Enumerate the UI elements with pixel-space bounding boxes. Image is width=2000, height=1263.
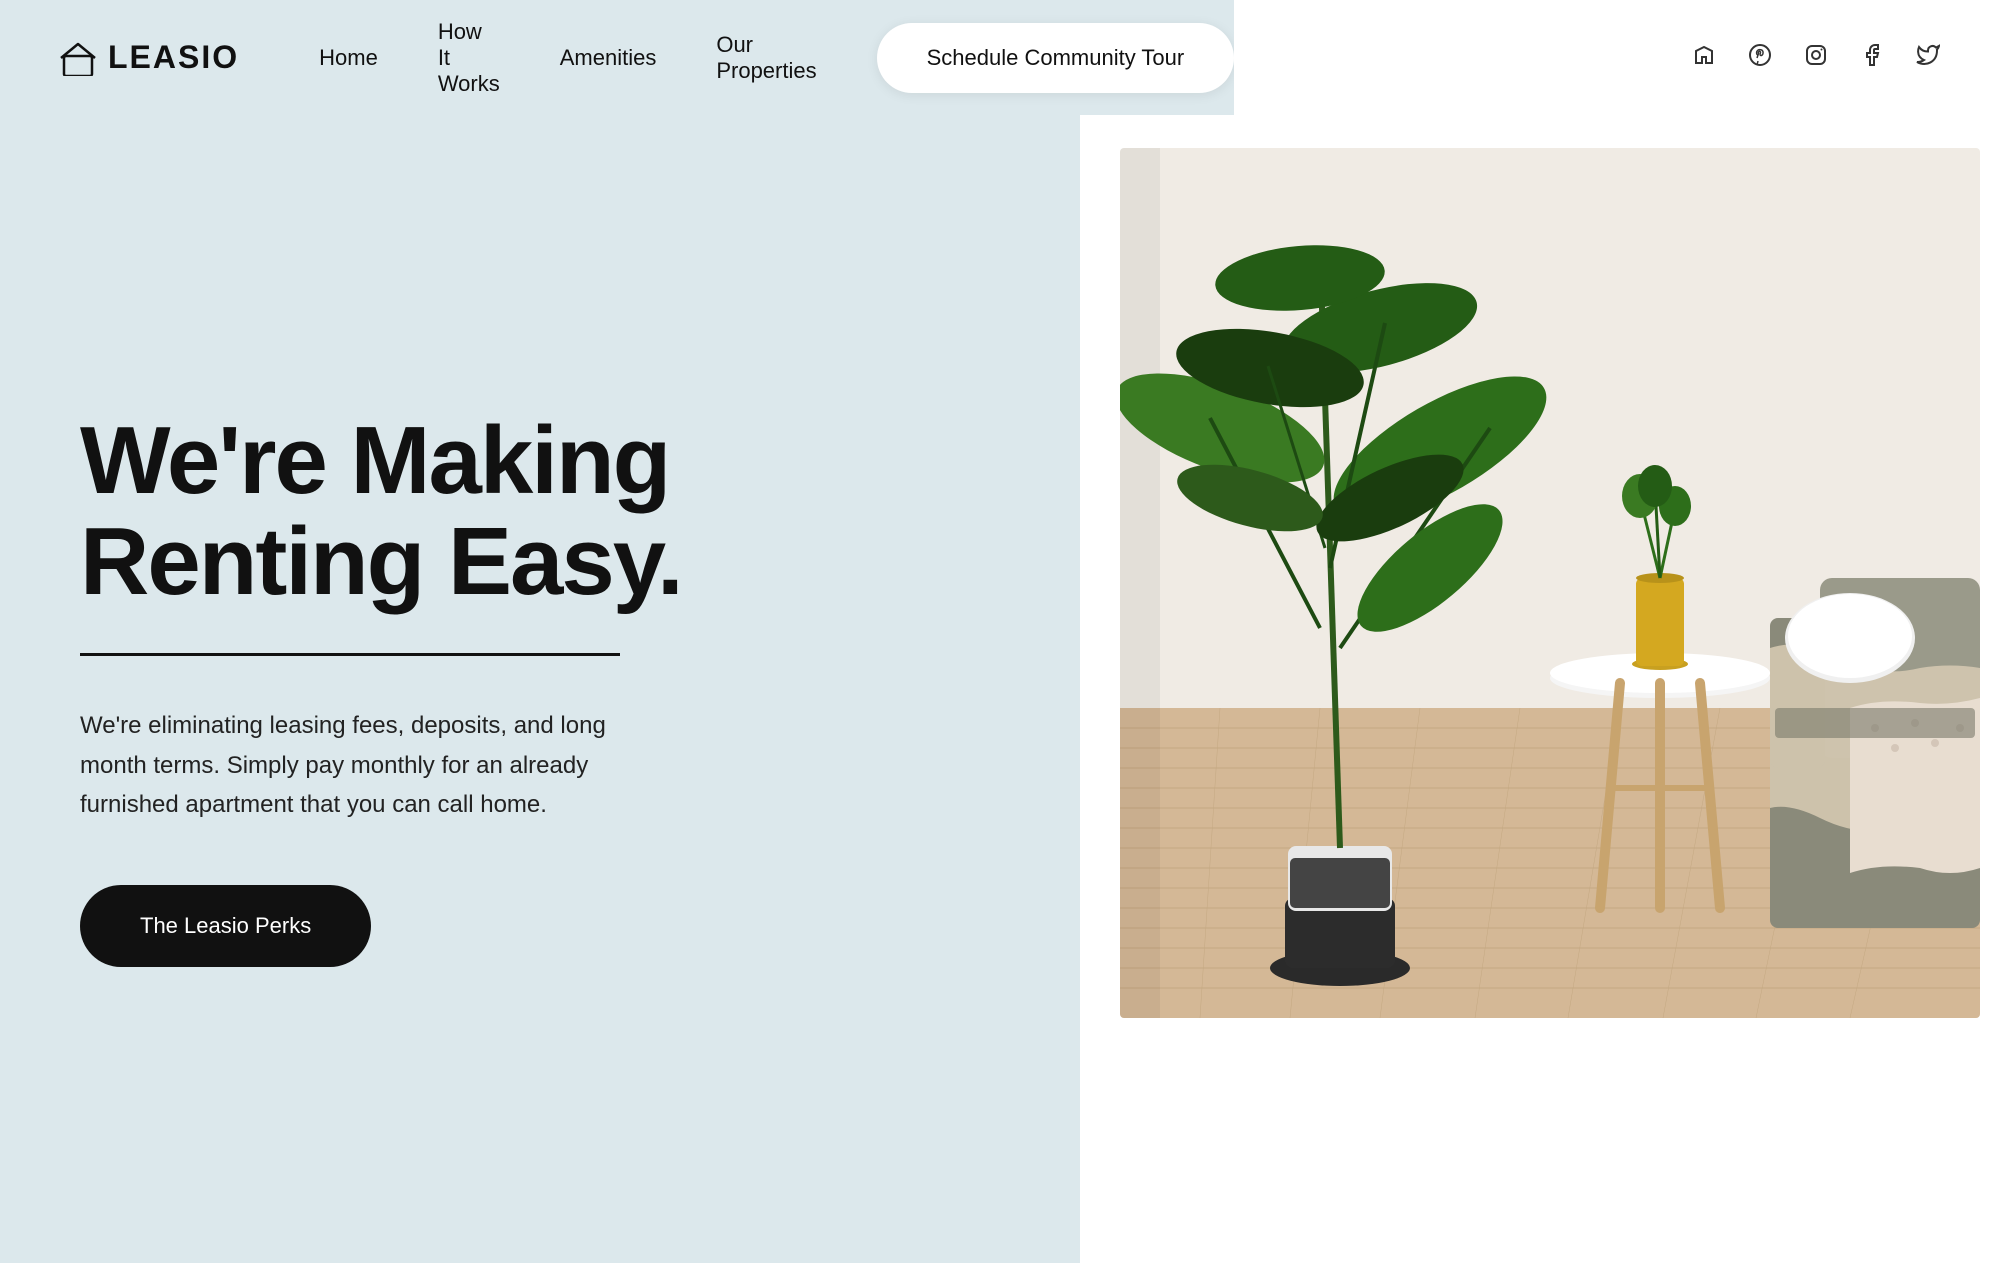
navbar: LEASIO Home How It Works Amenities Our P…: [0, 0, 2000, 115]
navbar-left: LEASIO Home How It Works Amenities Our P…: [0, 0, 1234, 115]
room-image: [1120, 148, 1980, 1018]
perks-button[interactable]: The Leasio Perks: [80, 885, 371, 967]
instagram-icon[interactable]: [1804, 43, 1828, 73]
logo-text: LEASIO: [108, 39, 239, 76]
houzz-icon[interactable]: [1692, 43, 1716, 73]
nav-our-properties[interactable]: Our Properties: [716, 32, 816, 84]
home-logo-icon: [60, 40, 96, 76]
nav-amenities[interactable]: Amenities: [560, 45, 657, 71]
facebook-icon[interactable]: [1860, 43, 1884, 73]
schedule-tour-button[interactable]: Schedule Community Tour: [877, 23, 1235, 93]
main-wrapper: [0, 0, 2000, 1263]
navbar-right: [1234, 0, 2000, 115]
twitter-icon[interactable]: [1916, 43, 1940, 73]
nav-links: Home How It Works Amenities Our Properti…: [319, 19, 816, 97]
logo-area: LEASIO: [60, 39, 239, 76]
right-panel: [1080, 0, 2000, 1263]
nav-home[interactable]: Home: [319, 45, 378, 71]
pinterest-icon[interactable]: [1748, 43, 1772, 73]
nav-how-it-works[interactable]: How It Works: [438, 19, 500, 97]
social-icons-group: [1692, 43, 1940, 73]
left-panel: [0, 0, 1080, 1263]
